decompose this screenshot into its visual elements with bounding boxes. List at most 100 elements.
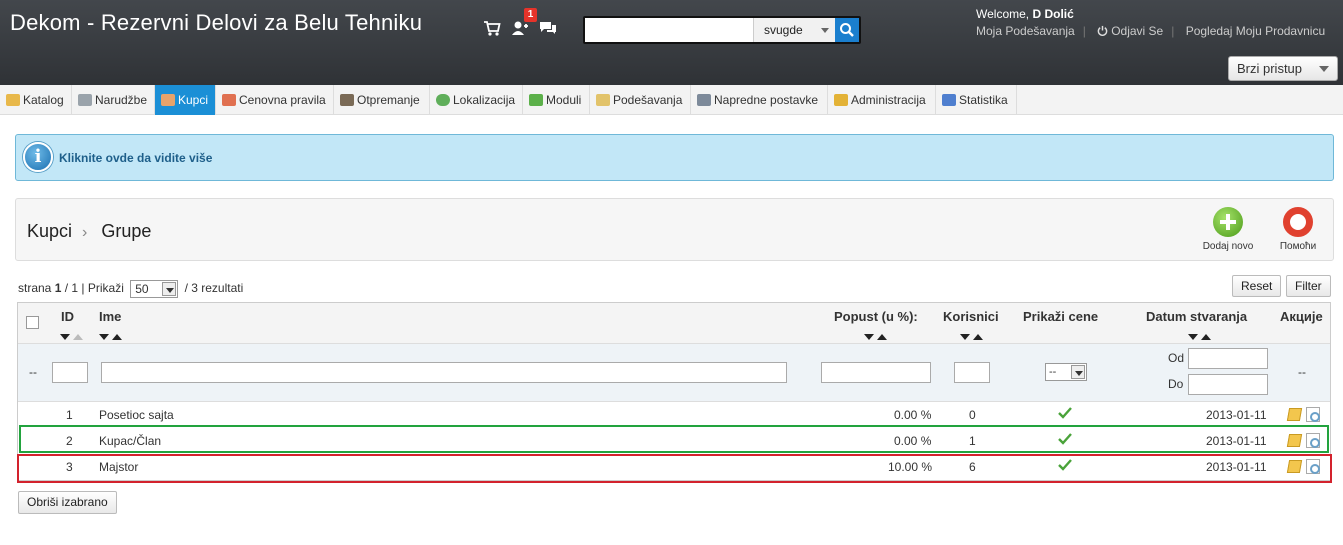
edit-icon[interactable] [1286, 408, 1303, 421]
folder-icon [6, 94, 20, 106]
search-input[interactable] [585, 18, 753, 42]
col-discount[interactable]: Popust (u %): [834, 309, 918, 324]
chevron-right-icon: › [82, 224, 88, 241]
wrench-icon [697, 94, 711, 106]
nav-item-napredne-postavke[interactable]: Napredne postavke [691, 85, 828, 115]
sort-discount[interactable] [864, 329, 890, 340]
per-page-value: 50 [135, 282, 149, 296]
chevron-down-icon [162, 282, 177, 296]
filter-date-from-input[interactable] [1188, 348, 1268, 369]
nav-item-statistika[interactable]: Statistika [936, 85, 1017, 115]
quick-access-label: Brzi pristup [1237, 61, 1303, 76]
cell-discount: 0.00 % [894, 408, 932, 422]
pager-current-page: 1 [54, 281, 62, 296]
filter-members-input[interactable] [954, 362, 990, 383]
chevron-down-icon [1071, 365, 1085, 379]
power-icon [1097, 25, 1108, 36]
select-all-checkbox[interactable] [26, 316, 39, 329]
nav-item-administracija[interactable]: Administracija [828, 85, 936, 115]
delete-selected-button[interactable]: Obriši izabrano [18, 491, 117, 514]
nav-label: Moduli [546, 93, 582, 107]
add-new-label: Dodaj novo [1202, 241, 1254, 252]
view-icon[interactable] [1306, 407, 1320, 422]
nav-item-katalog[interactable]: Katalog [0, 85, 72, 115]
nav-item-lokalizacija[interactable]: Lokalizacija [430, 85, 523, 115]
info-icon: i [23, 142, 53, 172]
nav-item-kupci[interactable]: Kupci [155, 85, 216, 115]
filter-date-to-input[interactable] [1188, 374, 1268, 395]
nav-item-podesavanja[interactable]: Podešavanja [590, 85, 691, 115]
table-header: ID Ime Popust (u %): Korisnici Prikaži c… [18, 303, 1330, 344]
nav-label: Narudžbe [95, 93, 148, 107]
highlight-row-green [19, 425, 1329, 453]
col-created[interactable]: Datum stvaranja [1146, 309, 1247, 324]
pager-prefix: strana [18, 281, 52, 296]
globe-icon [436, 94, 450, 106]
filter-discount-input[interactable] [821, 362, 931, 383]
col-id[interactable]: ID [61, 309, 74, 324]
filter-id-input[interactable] [52, 362, 88, 383]
filter-show-prices-value: -- [1049, 366, 1057, 378]
header-links: Moja Podešavanja | Odjavi Se | Pogledaj Mo… [976, 24, 1326, 38]
chart-icon [942, 94, 956, 106]
col-name[interactable]: Ime [99, 309, 121, 324]
notification-badge: 1 [524, 8, 537, 22]
sort-created[interactable] [1188, 329, 1214, 340]
breadcrumb: Kupci › Grupe [27, 221, 151, 242]
cell-members: 0 [969, 408, 976, 422]
calendar-icon [222, 94, 236, 106]
search-bar: svugde [583, 16, 861, 44]
my-settings-link[interactable]: Moja Podešavanja [976, 24, 1075, 38]
puzzle-icon [529, 94, 543, 106]
nav-item-cenovna-pravila[interactable]: Cenovna pravila [216, 85, 334, 115]
reset-button[interactable]: Reset [1232, 275, 1282, 297]
main-nav: Katalog Narudžbe Kupci Cenovna pravila O… [0, 85, 1343, 115]
nav-label: Statistika [959, 93, 1008, 107]
cell-name: Posetioc sajta [99, 408, 174, 422]
nav-label: Lokalizacija [453, 93, 516, 107]
results-count: / 3 rezultati [184, 281, 244, 296]
nav-label: Kupci [178, 93, 209, 107]
customer-icon [161, 94, 175, 106]
welcome-prefix: Welcome, [976, 7, 1033, 21]
page-toolbar: Kupci › Grupe Dodaj novo Помоћи [15, 198, 1334, 261]
sort-id[interactable] [60, 329, 86, 340]
col-members[interactable]: Korisnici [943, 309, 999, 324]
add-new-button[interactable]: Dodaj novo [1199, 207, 1257, 252]
lifebuoy-icon [1283, 207, 1313, 237]
nav-label: Administracija [851, 93, 926, 107]
app-title: Dekom - Rezervni Delovi za Belu Tehniku [10, 10, 423, 35]
filter-button[interactable]: Filter [1286, 275, 1331, 297]
nav-item-moduli[interactable]: Moduli [523, 85, 590, 115]
logout-link[interactable]: Odjavi Se [1111, 24, 1163, 38]
search-button[interactable] [835, 18, 859, 42]
per-page-select[interactable]: 50 [130, 280, 179, 298]
help-label: Помоћи [1279, 241, 1317, 252]
cell-id: 1 [66, 408, 73, 422]
messages-icon[interactable] [538, 18, 558, 38]
info-banner[interactable]: i Kliknite ovde da vidite više [15, 134, 1334, 181]
sort-members[interactable] [960, 329, 986, 340]
top-header: Dekom - Rezervni Delovi za Belu Tehniku … [0, 0, 1343, 85]
nav-item-narudzbe[interactable]: Narudžbe [72, 85, 155, 115]
search-icon [840, 23, 854, 37]
filter-show-prices-select[interactable]: -- [1045, 363, 1087, 381]
view-store-link[interactable]: Pogledaj Moju Prodavnicu [1186, 24, 1325, 38]
cart-icon [78, 94, 92, 106]
nav-item-otpremanje[interactable]: Otpremanje [334, 85, 430, 115]
cart-icon[interactable] [482, 18, 502, 38]
nav-label: Cenovna pravila [239, 93, 326, 107]
search-scope-label: svugde [764, 23, 803, 37]
filter-to-label: Do [1168, 377, 1184, 391]
quick-access-select[interactable]: Brzi pristup [1228, 56, 1338, 81]
nav-label: Napredne postavke [714, 93, 819, 107]
breadcrumb-parent[interactable]: Kupci [27, 221, 72, 241]
nav-label: Otpremanje [357, 93, 420, 107]
help-button[interactable]: Помоћи [1275, 207, 1321, 252]
col-actions: Акције [1280, 309, 1323, 324]
sort-name[interactable] [99, 329, 125, 340]
search-scope-select[interactable]: svugde [753, 18, 835, 42]
nav-label: Katalog [23, 93, 64, 107]
filter-actions-dash: -- [1298, 365, 1306, 379]
filter-name-input[interactable] [101, 362, 787, 383]
